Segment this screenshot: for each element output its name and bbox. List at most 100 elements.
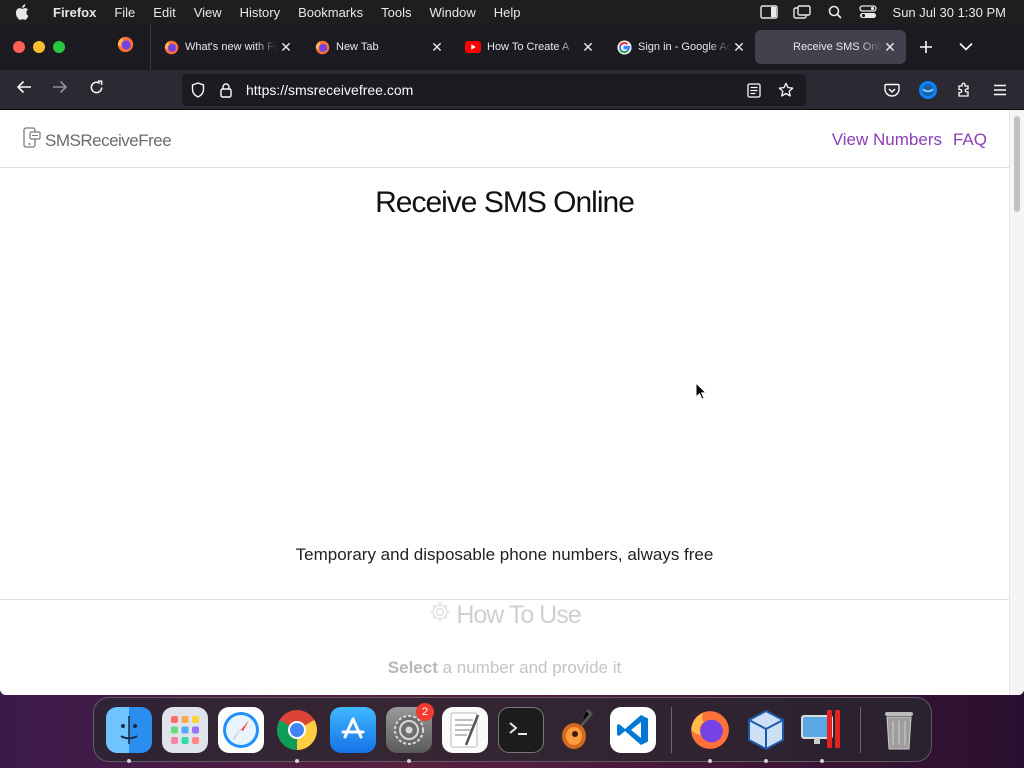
tab-title: Receive SMS Online: [793, 41, 882, 53]
running-indicator: [708, 758, 712, 763]
tab-receive-sms[interactable]: Receive SMS Online ✕: [755, 30, 906, 64]
scrollbar-thumb[interactable]: [1014, 116, 1020, 212]
pocket-icon[interactable]: [874, 74, 910, 106]
arrow-left-icon: [16, 80, 32, 99]
macos-dock: 2: [93, 697, 932, 763]
nav-link-view-numbers[interactable]: View Numbers: [832, 130, 942, 150]
spotlight-search-icon[interactable]: [819, 5, 852, 19]
site-navigation: View Numbers FAQ: [832, 130, 987, 150]
dock-separator: [860, 706, 861, 753]
hamburger-menu-icon[interactable]: [982, 74, 1018, 106]
tracking-protection-shield-icon[interactable]: [184, 74, 212, 106]
how-to-use-heading: How To Use: [0, 600, 1009, 631]
launchpad-icon: [162, 706, 208, 753]
screen-mirroring-icon[interactable]: [786, 5, 819, 19]
tab-new-tab[interactable]: New Tab ✕: [302, 24, 453, 70]
close-tab-icon[interactable]: ✕: [278, 39, 294, 55]
menu-app-firefox[interactable]: Firefox: [44, 5, 105, 20]
notification-badge: 2: [416, 702, 434, 721]
nav-link-faq[interactable]: FAQ: [953, 130, 987, 150]
close-tab-icon[interactable]: ✕: [731, 39, 747, 55]
page-viewport: SMSReceiveFree View Numbers FAQ Receive …: [0, 110, 1024, 695]
close-tab-icon[interactable]: ✕: [580, 39, 596, 55]
dock-parallels[interactable]: [794, 702, 850, 763]
dock-safari[interactable]: [213, 702, 269, 758]
menu-tools[interactable]: Tools: [372, 5, 420, 20]
window-controls: [0, 41, 100, 53]
dock-trash[interactable]: [871, 702, 927, 758]
url-text[interactable]: https://smsreceivefree.com: [246, 82, 413, 98]
guitar-icon: [554, 707, 600, 753]
tab-title: What's new with Firefox: [185, 41, 278, 53]
page-tagline: Temporary and disposable phone numbers, …: [295, 545, 714, 564]
site-logo[interactable]: SMSReceiveFree: [22, 127, 172, 154]
how-to-step-verb: Select: [387, 658, 438, 677]
apple-menu-icon[interactable]: [0, 4, 44, 20]
app-store-icon: [330, 706, 376, 753]
sidebar-display-icon[interactable]: [753, 5, 786, 19]
menu-view[interactable]: View: [185, 5, 231, 20]
tab-whats-new[interactable]: What's new with Firefox ✕: [151, 24, 302, 70]
extensions-puzzle-icon[interactable]: [946, 74, 982, 106]
close-window-button[interactable]: [13, 41, 25, 53]
dock-finder[interactable]: [101, 702, 157, 763]
menu-window[interactable]: Window: [421, 5, 485, 20]
dock-terminal[interactable]: [493, 702, 549, 758]
browser-navigation-bar: https://smsreceivefree.com: [0, 70, 1024, 110]
lock-icon[interactable]: [212, 74, 240, 106]
menu-history[interactable]: History: [231, 5, 289, 20]
page-scrollbar[interactable]: [1009, 110, 1024, 695]
list-all-tabs-button[interactable]: [946, 38, 986, 56]
firefox-icon: [117, 36, 134, 58]
trash-icon: [876, 707, 922, 753]
dock-chrome[interactable]: [269, 702, 325, 763]
dock-firefox[interactable]: [682, 702, 738, 763]
terminal-icon: [498, 706, 544, 753]
arrow-right-icon: [52, 80, 68, 99]
chrome-icon: [274, 707, 320, 753]
url-bar[interactable]: https://smsreceivefree.com: [182, 74, 806, 106]
tab-youtube[interactable]: How To Create A ✕: [453, 24, 604, 70]
account-avatar-icon[interactable]: [910, 74, 946, 106]
back-button[interactable]: [6, 74, 42, 106]
how-to-use-title: How To Use: [456, 601, 581, 629]
site-icon: [767, 39, 783, 55]
dock-vscode[interactable]: [605, 702, 661, 758]
finder-icon: [106, 706, 152, 753]
safari-compass-icon: [218, 706, 264, 753]
dock-launchpad[interactable]: [157, 702, 213, 758]
control-center-icon[interactable]: [852, 5, 885, 19]
tab-google-signin[interactable]: Sign in - Google Accounts ✕: [604, 24, 755, 70]
reader-view-icon[interactable]: [740, 74, 768, 106]
how-to-step-text: a number and provide it: [437, 658, 622, 677]
new-tab-button[interactable]: [906, 40, 946, 54]
running-indicator: [127, 758, 131, 763]
dock-system-settings[interactable]: 2: [381, 702, 437, 763]
toolbar-actions: [874, 74, 1018, 106]
close-tab-icon[interactable]: ✕: [429, 39, 445, 55]
how-to-step: Select a number and provide it: [0, 658, 1009, 678]
dock-virtualbox[interactable]: [738, 702, 794, 763]
minimize-window-button[interactable]: [33, 41, 45, 53]
macos-menu-bar: Firefox File Edit View History Bookmarks…: [0, 0, 1024, 24]
tab-title: New Tab: [336, 41, 379, 53]
dock-app-store[interactable]: [325, 702, 381, 758]
zoom-window-button[interactable]: [53, 41, 65, 53]
running-indicator: [295, 758, 299, 763]
virtualbox-cube-icon: [743, 707, 789, 753]
close-tab-icon[interactable]: ✕: [882, 39, 898, 55]
bookmark-star-icon[interactable]: [772, 74, 800, 106]
menu-edit[interactable]: Edit: [144, 5, 184, 20]
dock-textedit[interactable]: [437, 702, 493, 758]
pinned-firefox-tab[interactable]: [101, 24, 151, 70]
google-icon: [616, 39, 632, 55]
reload-button[interactable]: [78, 74, 114, 106]
menu-help[interactable]: Help: [485, 5, 530, 20]
menu-file[interactable]: File: [105, 5, 144, 20]
running-indicator: [820, 758, 824, 763]
menu-bar-clock[interactable]: Sun Jul 30 1:30 PM: [885, 5, 1024, 20]
forward-button[interactable]: [42, 74, 78, 106]
dock-garageband[interactable]: [549, 702, 605, 758]
gear-icon: [428, 600, 452, 631]
menu-bookmarks[interactable]: Bookmarks: [289, 5, 372, 20]
